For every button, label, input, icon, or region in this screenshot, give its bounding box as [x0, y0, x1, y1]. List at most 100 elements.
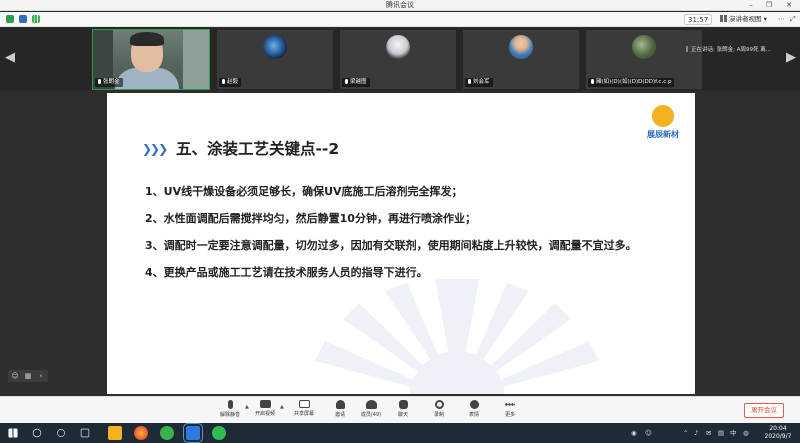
- participant-avatar: [509, 35, 533, 59]
- browser-360-icon[interactable]: [160, 426, 174, 440]
- more-button[interactable]: 更多: [495, 400, 525, 422]
- search-icon[interactable]: [32, 428, 42, 438]
- chevron-up-icon[interactable]: ▲: [280, 404, 284, 410]
- collapse-icon[interactable]: ‹: [35, 370, 47, 382]
- meeting-toolbar: 解除静音 ▲ 开启视频 ▲ 共享屏幕 邀请 成员(49) 聊天 录制 表情 更多…: [0, 396, 800, 423]
- participant-tile[interactable]: 厢(如)(D)(如)(D)D(DD)f.c.c.p: [586, 30, 702, 89]
- tray-expand-icon[interactable]: ⌃: [683, 428, 688, 438]
- more-icon: [505, 400, 515, 409]
- presenter-hair: [130, 32, 164, 46]
- mic-icon: [98, 78, 101, 84]
- emoji-button[interactable]: 表情: [459, 400, 489, 422]
- security-shield-icon[interactable]: [19, 15, 27, 23]
- mic-icon: [345, 78, 348, 84]
- tencent-meeting-icon[interactable]: [183, 423, 203, 443]
- mic-icon: [591, 78, 594, 84]
- chevron-arrows-icon: ❯❯❯: [142, 142, 168, 156]
- share-screen-button[interactable]: 共享屏幕: [289, 400, 319, 422]
- strip-prev-button[interactable]: ◀: [4, 48, 16, 68]
- title-bar: 腾讯会议 – ❐ ✕: [0, 0, 800, 11]
- wechat-icon[interactable]: [212, 426, 226, 440]
- strip-next-button[interactable]: ▶: [785, 48, 797, 68]
- participant-name: 刘会军: [465, 78, 493, 87]
- signal-icon[interactable]: [32, 15, 40, 23]
- file-explorer-icon[interactable]: [108, 426, 122, 440]
- leave-meeting-button[interactable]: 离开会议: [744, 403, 784, 418]
- emoji-icon: [469, 400, 479, 409]
- mic-icon: [222, 78, 225, 84]
- chat-button[interactable]: 聊天: [388, 400, 418, 422]
- participant-strip: ◀ 张朗金 赵毅 梁越图 刘会军 厢(如)(D)(如)(D)D(DD)f.c.c…: [0, 28, 800, 90]
- ime-indicator[interactable]: 中: [730, 428, 737, 438]
- participant-tile[interactable]: 张朗金: [92, 29, 210, 90]
- minimize-button[interactable]: –: [744, 0, 758, 11]
- grid-icon: [720, 15, 727, 22]
- members-icon: [365, 400, 377, 409]
- tencent-tray-icon-2[interactable]: ◍: [743, 428, 749, 438]
- volume-icon[interactable]: ♪: [694, 428, 698, 438]
- mic-muted-icon: [227, 400, 233, 409]
- participant-tile[interactable]: 刘会军: [463, 30, 579, 89]
- cortana-icon[interactable]: [57, 429, 65, 437]
- logo-text: 展辰新材: [647, 130, 679, 139]
- system-clock[interactable]: 20:04 2020/9/7: [758, 425, 798, 441]
- annotate-icon[interactable]: ☺: [9, 370, 21, 382]
- video-off-icon: [259, 400, 271, 408]
- record-button[interactable]: 录制: [424, 400, 454, 422]
- network-icon[interactable]: ▤: [718, 428, 724, 438]
- presentation-slide: ❯❯❯ 五、涂装工艺关键点--2 展辰新材 1、UV线干燥设备必须足够长，确保U…: [107, 93, 695, 394]
- participant-avatar: [386, 35, 410, 59]
- firefox-icon[interactable]: [134, 426, 148, 440]
- invite-button[interactable]: 邀请: [325, 400, 355, 422]
- clock-date: 2020/9/7: [764, 433, 792, 440]
- stage-controls: ☺ ▦ ‹: [8, 370, 48, 382]
- members-button[interactable]: 成员(49): [356, 400, 386, 422]
- slide-points: 1、UV线干燥设备必须足够长，确保UV底施工后溶剂完全挥发； 2、水性面调配后需…: [145, 185, 665, 293]
- task-view-icon[interactable]: [80, 428, 90, 438]
- participant-name: 张朗金: [95, 78, 123, 87]
- video-background-window: [183, 30, 209, 89]
- logo-mark-icon: [652, 105, 674, 127]
- speaking-indicator: 正在讲话: 张朗金; A周99死 离...: [686, 46, 798, 66]
- people-icon[interactable]: ☺: [645, 428, 652, 438]
- meeting-status-bar: 31:57 演讲者视图 ▾ ⋯ ⤢: [0, 12, 800, 27]
- tencent-tray-icon[interactable]: ◉: [631, 428, 637, 438]
- more-icon[interactable]: ⋯: [778, 14, 785, 25]
- info-icon[interactable]: [6, 15, 14, 23]
- participant-avatar: [632, 35, 656, 59]
- view-mode-selector[interactable]: 演讲者视图 ▾: [720, 14, 767, 25]
- speaker-icon: [686, 46, 688, 52]
- shared-screen-stage: ❯❯❯ 五、涂装工艺关键点--2 展辰新材 1、UV线干燥设备必须足够长，确保U…: [0, 91, 800, 396]
- participant-name: 梁越图: [342, 78, 370, 87]
- slide-point: 2、水性面调配后需搅拌均匀，然后静置10分钟，再进行喷涂作业；: [145, 212, 476, 225]
- wechat-tray-icon[interactable]: ✉: [706, 428, 711, 438]
- close-button[interactable]: ✕: [782, 0, 796, 11]
- chevron-up-icon[interactable]: ▲: [245, 404, 249, 410]
- invite-icon: [335, 400, 345, 409]
- view-mode-label: 演讲者视图: [729, 15, 762, 23]
- participant-tile[interactable]: 梁越图: [340, 30, 456, 89]
- slide-title: 五、涂装工艺关键点--2: [176, 140, 340, 158]
- clock-time: 20:04: [769, 425, 787, 432]
- slide-decoration: [315, 279, 599, 394]
- company-logo: 展辰新材: [643, 105, 683, 141]
- meeting-timer: 31:57: [684, 14, 713, 25]
- os-taskbar: ◉ ☺ ⌃ ♪ ✉ ▤ 中 ◍ 20:04 2020/9/7: [0, 423, 800, 443]
- participant-tile[interactable]: 赵毅: [217, 30, 333, 89]
- app-window: 腾讯会议 – ❐ ✕ 31:57 演讲者视图 ▾ ⋯ ⤢ ◀ 张朗金 赵毅 梁越…: [0, 0, 800, 443]
- chevron-down-icon: ▾: [763, 15, 767, 23]
- participant-name: 赵毅: [219, 78, 242, 87]
- chat-icon: [398, 400, 408, 409]
- participant-name: 厢(如)(D)(如)(D)D(DD)f.c.c.p: [588, 78, 675, 87]
- fullscreen-icon[interactable]: ⤢: [790, 14, 796, 25]
- mic-icon: [468, 78, 471, 84]
- participant-avatar: [263, 35, 287, 59]
- share-screen-icon: [298, 400, 310, 408]
- start-video-button[interactable]: 开启视频: [250, 400, 280, 422]
- grid-view-icon[interactable]: ▦: [22, 370, 34, 382]
- windows-start-icon[interactable]: [8, 428, 18, 438]
- maximize-button[interactable]: ❐: [762, 0, 776, 11]
- slide-point: 1、UV线干燥设备必须足够长，确保UV底施工后溶剂完全挥发；: [145, 185, 463, 198]
- slide-point: 3、调配时一定要注意调配量，切勿过多，因加有交联剂，使用期间粘度上升较快，调配量…: [145, 239, 637, 252]
- unmute-button[interactable]: 解除静音: [215, 400, 245, 422]
